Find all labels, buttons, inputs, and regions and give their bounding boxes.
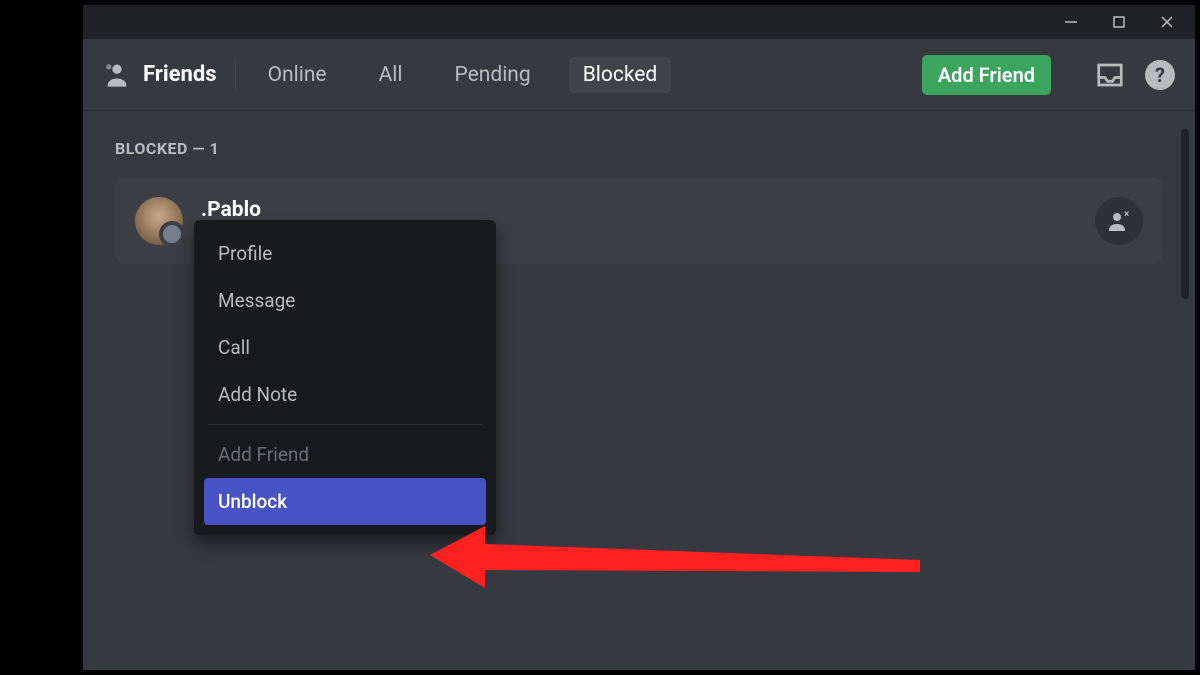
friends-header: Friends Online All Pending Blocked Add F…: [83, 39, 1195, 111]
context-divider: [208, 424, 482, 425]
context-add-note[interactable]: Add Note: [204, 371, 486, 418]
context-profile[interactable]: Profile: [204, 230, 486, 277]
inbox-icon: [1095, 60, 1125, 90]
user-name: .Pablo: [201, 198, 261, 222]
avatar-wrap: [135, 197, 183, 245]
status-indicator-icon: [159, 221, 185, 247]
close-button[interactable]: [1147, 8, 1187, 36]
divider: [235, 59, 236, 91]
minimize-button[interactable]: [1051, 8, 1091, 36]
maximize-button[interactable]: [1099, 8, 1139, 36]
remove-user-icon: ×: [1107, 209, 1131, 233]
tab-pending[interactable]: Pending: [441, 57, 545, 93]
minimize-icon: [1063, 14, 1079, 30]
titlebar: [83, 5, 1195, 39]
svg-text:×: ×: [1124, 209, 1129, 220]
maximize-icon: [1111, 14, 1127, 30]
tab-online[interactable]: Online: [254, 57, 341, 93]
scrollbar[interactable]: [1181, 129, 1189, 299]
close-icon: [1159, 14, 1175, 30]
context-message[interactable]: Message: [204, 277, 486, 324]
friends-icon: [103, 61, 131, 89]
context-call[interactable]: Call: [204, 324, 486, 371]
add-friend-button[interactable]: Add Friend: [922, 55, 1051, 95]
friends-title: Friends: [143, 62, 217, 87]
tab-all[interactable]: All: [365, 57, 417, 93]
section-title: BLOCKED — 1: [115, 139, 1163, 158]
tab-blocked[interactable]: Blocked: [569, 57, 672, 93]
context-unblock[interactable]: Unblock: [204, 478, 486, 525]
inbox-button[interactable]: [1095, 60, 1125, 90]
user-context-menu: Profile Message Call Add Note Add Friend…: [194, 220, 496, 535]
context-add-friend: Add Friend: [204, 431, 486, 478]
help-icon: ?: [1155, 63, 1165, 87]
unblock-user-button[interactable]: ×: [1095, 197, 1143, 245]
help-button[interactable]: ?: [1145, 60, 1175, 90]
